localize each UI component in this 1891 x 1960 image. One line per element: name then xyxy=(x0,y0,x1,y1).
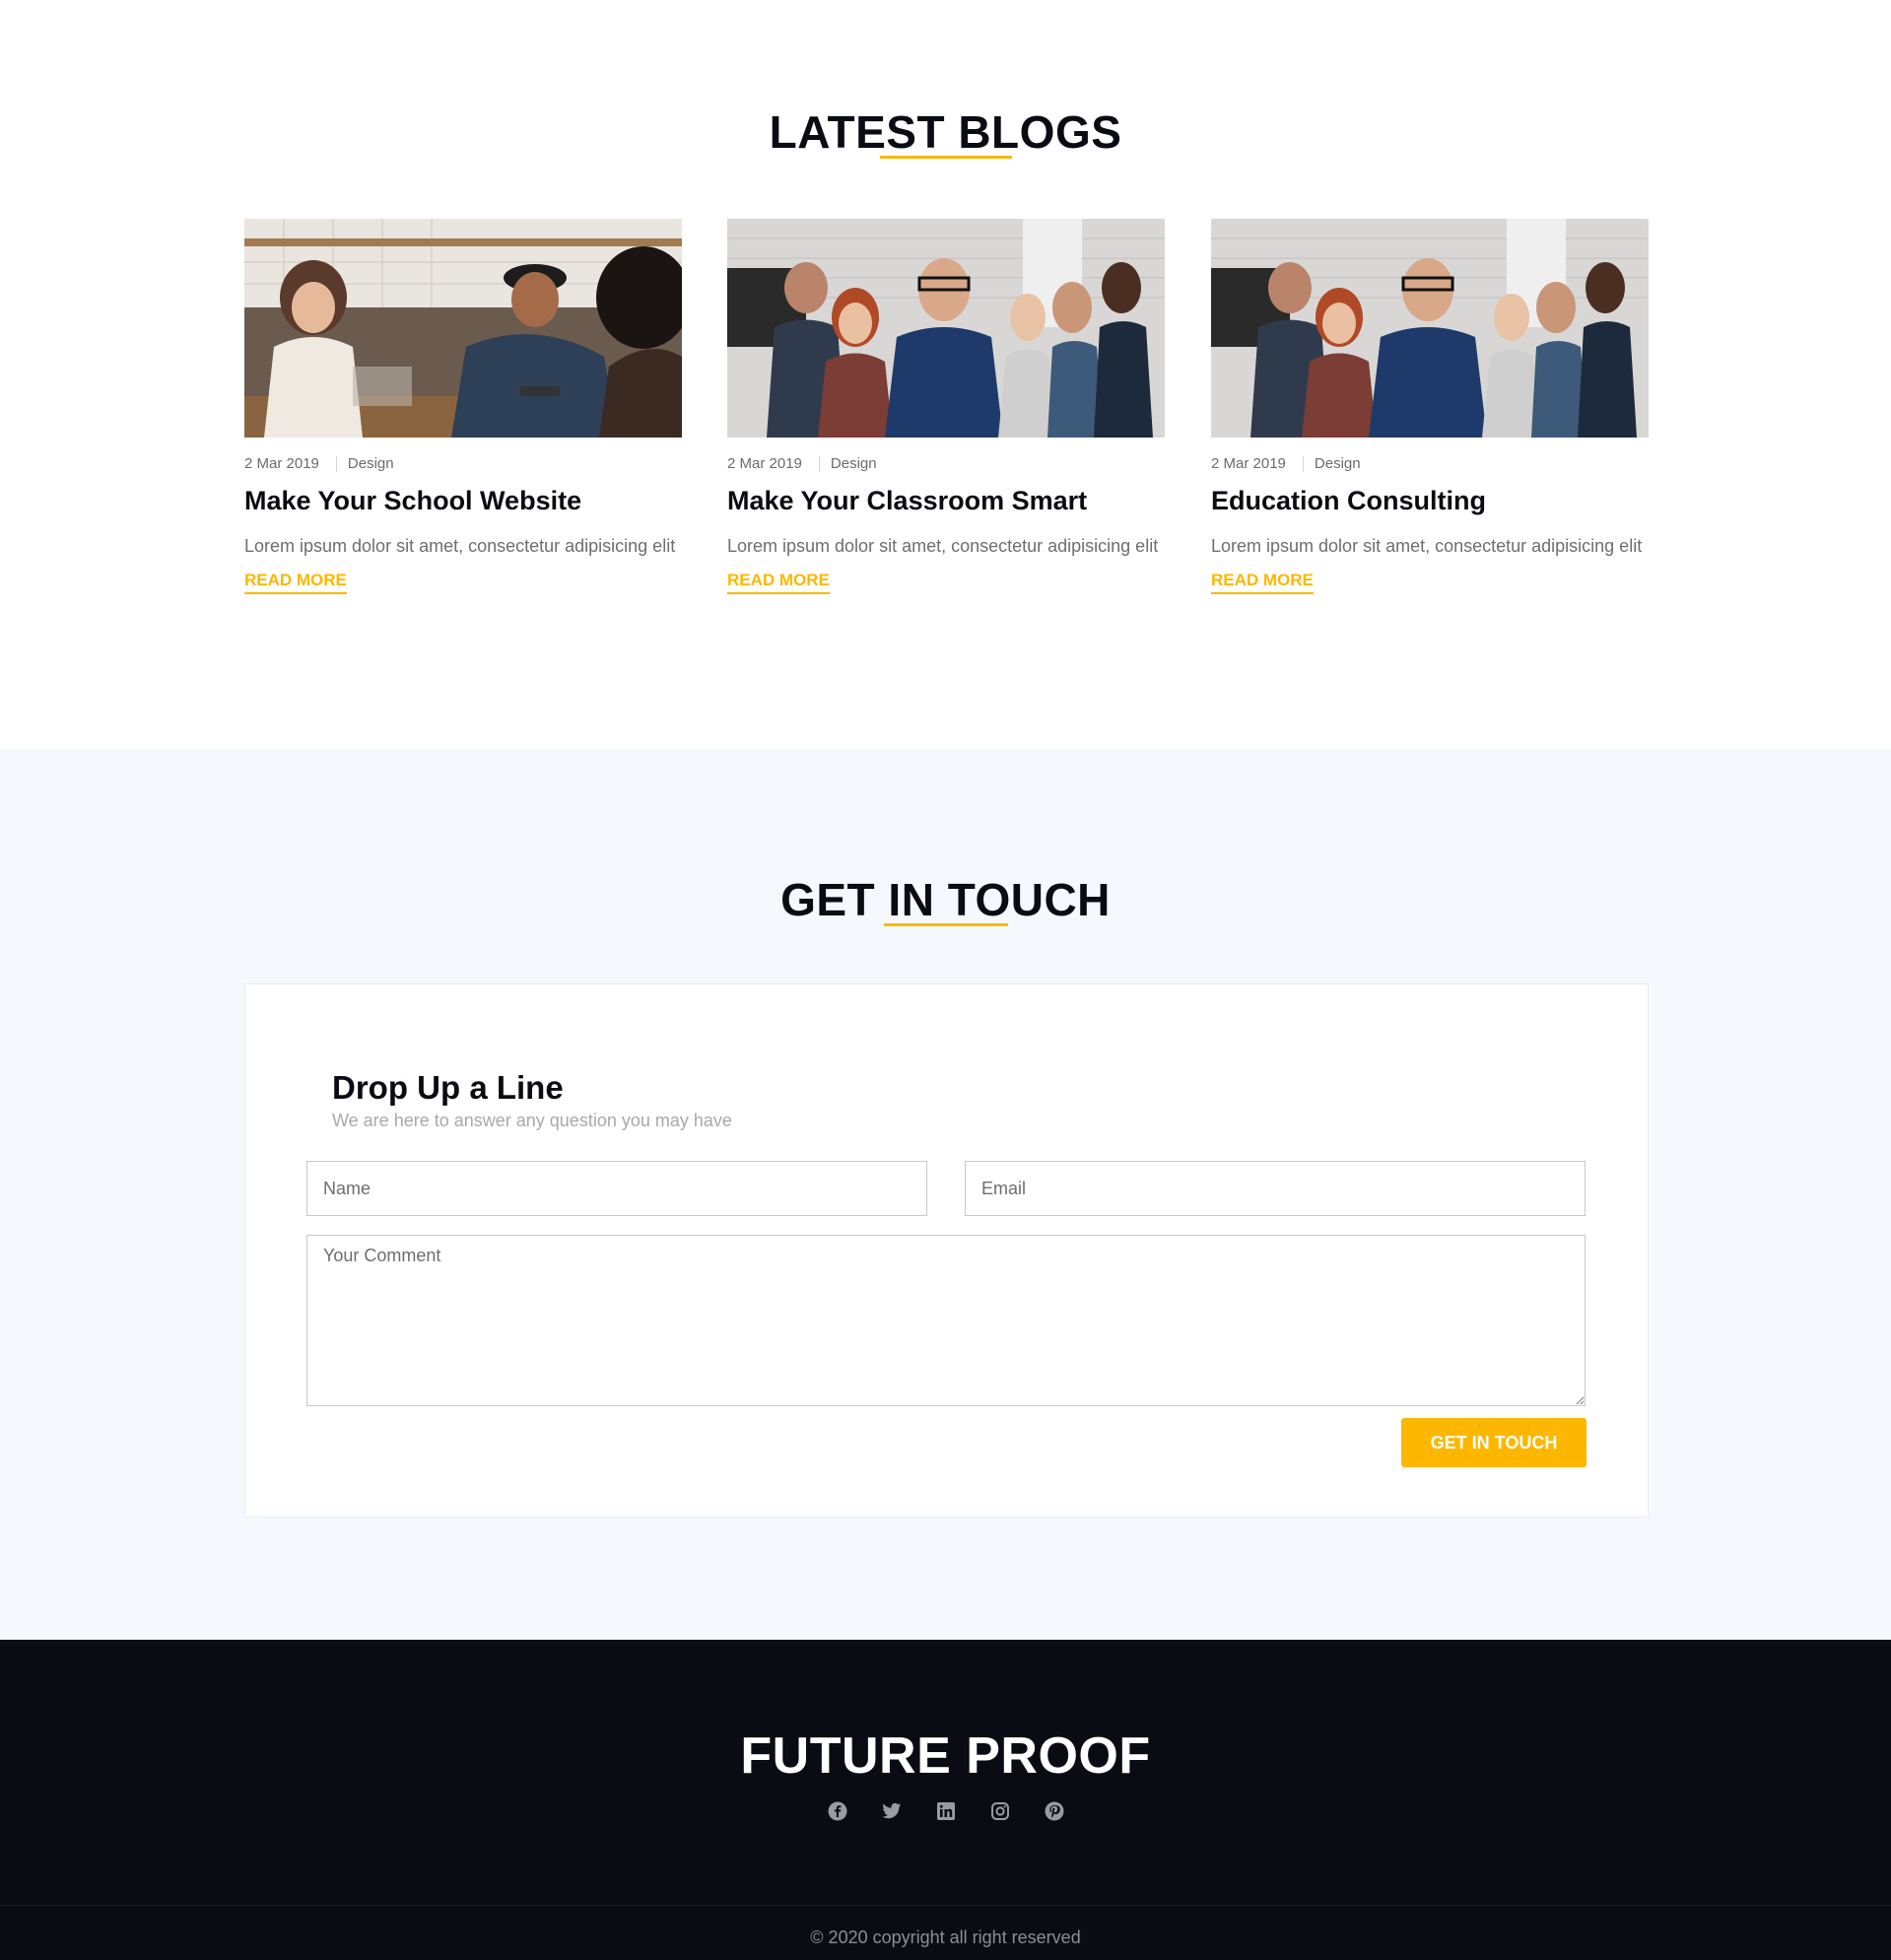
post-excerpt: Lorem ipsum dolor sit amet, consectetur … xyxy=(727,536,1159,556)
email-field[interactable] xyxy=(965,1161,1586,1216)
meta-divider xyxy=(335,455,337,472)
read-more-link[interactable]: READ MORE xyxy=(1211,571,1314,594)
blog-meta: 2 Mar 2019 Design xyxy=(244,455,682,472)
footer-divider xyxy=(0,1905,1891,1906)
name-field[interactable] xyxy=(306,1161,927,1216)
contact-section-title: GET IN TOUCH xyxy=(0,873,1891,926)
blog-card: 2 Mar 2019 Design Education Consulting L… xyxy=(1211,219,1649,594)
post-title[interactable]: Make Your School Website xyxy=(244,486,682,516)
post-excerpt: Lorem ipsum dolor sit amet, consectetur … xyxy=(244,536,676,556)
blog-meta: 2 Mar 2019 Design xyxy=(727,455,1165,472)
post-category[interactable]: Design xyxy=(831,455,877,472)
form-subheading: We are here to answer any question you m… xyxy=(332,1111,732,1130)
post-category[interactable]: Design xyxy=(348,455,394,472)
blog-meta: 2 Mar 2019 Design xyxy=(1211,455,1649,472)
get-in-touch-button[interactable]: GET IN TOUCH xyxy=(1401,1418,1587,1467)
post-date: 2 Mar 2019 xyxy=(244,455,319,472)
site-footer: FUTURE PROOF © 2020 copyright all right … xyxy=(0,1640,1891,1960)
title-underline xyxy=(879,156,1012,159)
post-title[interactable]: Education Consulting xyxy=(1211,486,1649,516)
contact-form: Drop Up a Line We are here to answer any… xyxy=(244,983,1649,1518)
form-heading: Drop Up a Line xyxy=(332,1069,564,1106)
post-excerpt: Lorem ipsum dolor sit amet, consectetur … xyxy=(1211,536,1643,556)
contact-title-text: GET IN TOUCH xyxy=(780,874,1111,925)
read-more-link[interactable]: READ MORE xyxy=(727,571,830,594)
blog-card: 2 Mar 2019 Design Make Your Classroom Sm… xyxy=(727,219,1165,594)
post-title[interactable]: Make Your Classroom Smart xyxy=(727,486,1165,516)
meta-divider xyxy=(818,455,820,472)
post-date: 2 Mar 2019 xyxy=(727,455,802,472)
social-links xyxy=(0,1800,1891,1822)
read-more-link[interactable]: READ MORE xyxy=(244,571,347,594)
blog-image-team-group[interactable] xyxy=(1211,219,1649,438)
meta-divider xyxy=(1302,455,1304,472)
latest-blogs-section: LATEST BLOGS 2 Mar 2019 Design Make Your… xyxy=(0,0,1891,749)
comment-field[interactable] xyxy=(306,1235,1586,1406)
blogs-title-text: LATEST BLOGS xyxy=(769,106,1122,158)
contact-section: GET IN TOUCH Drop Up a Line We are here … xyxy=(0,749,1891,1640)
instagram-icon[interactable] xyxy=(989,1800,1011,1822)
twitter-icon[interactable] xyxy=(881,1800,903,1822)
blogs-section-title: LATEST BLOGS xyxy=(0,105,1891,159)
title-underline xyxy=(883,923,1008,926)
facebook-icon[interactable] xyxy=(827,1800,848,1822)
copyright-text: © 2020 copyright all right reserved xyxy=(810,1927,1081,1947)
post-category[interactable]: Design xyxy=(1315,455,1361,472)
blog-image-cafe-friends[interactable] xyxy=(244,219,682,438)
pinterest-icon[interactable] xyxy=(1044,1800,1065,1822)
linkedin-icon[interactable] xyxy=(935,1800,957,1822)
footer-brand: FUTURE PROOF xyxy=(740,1727,1151,1785)
blog-card: 2 Mar 2019 Design Make Your School Websi… xyxy=(244,219,682,594)
blog-image-team-group[interactable] xyxy=(727,219,1165,438)
post-date: 2 Mar 2019 xyxy=(1211,455,1286,472)
